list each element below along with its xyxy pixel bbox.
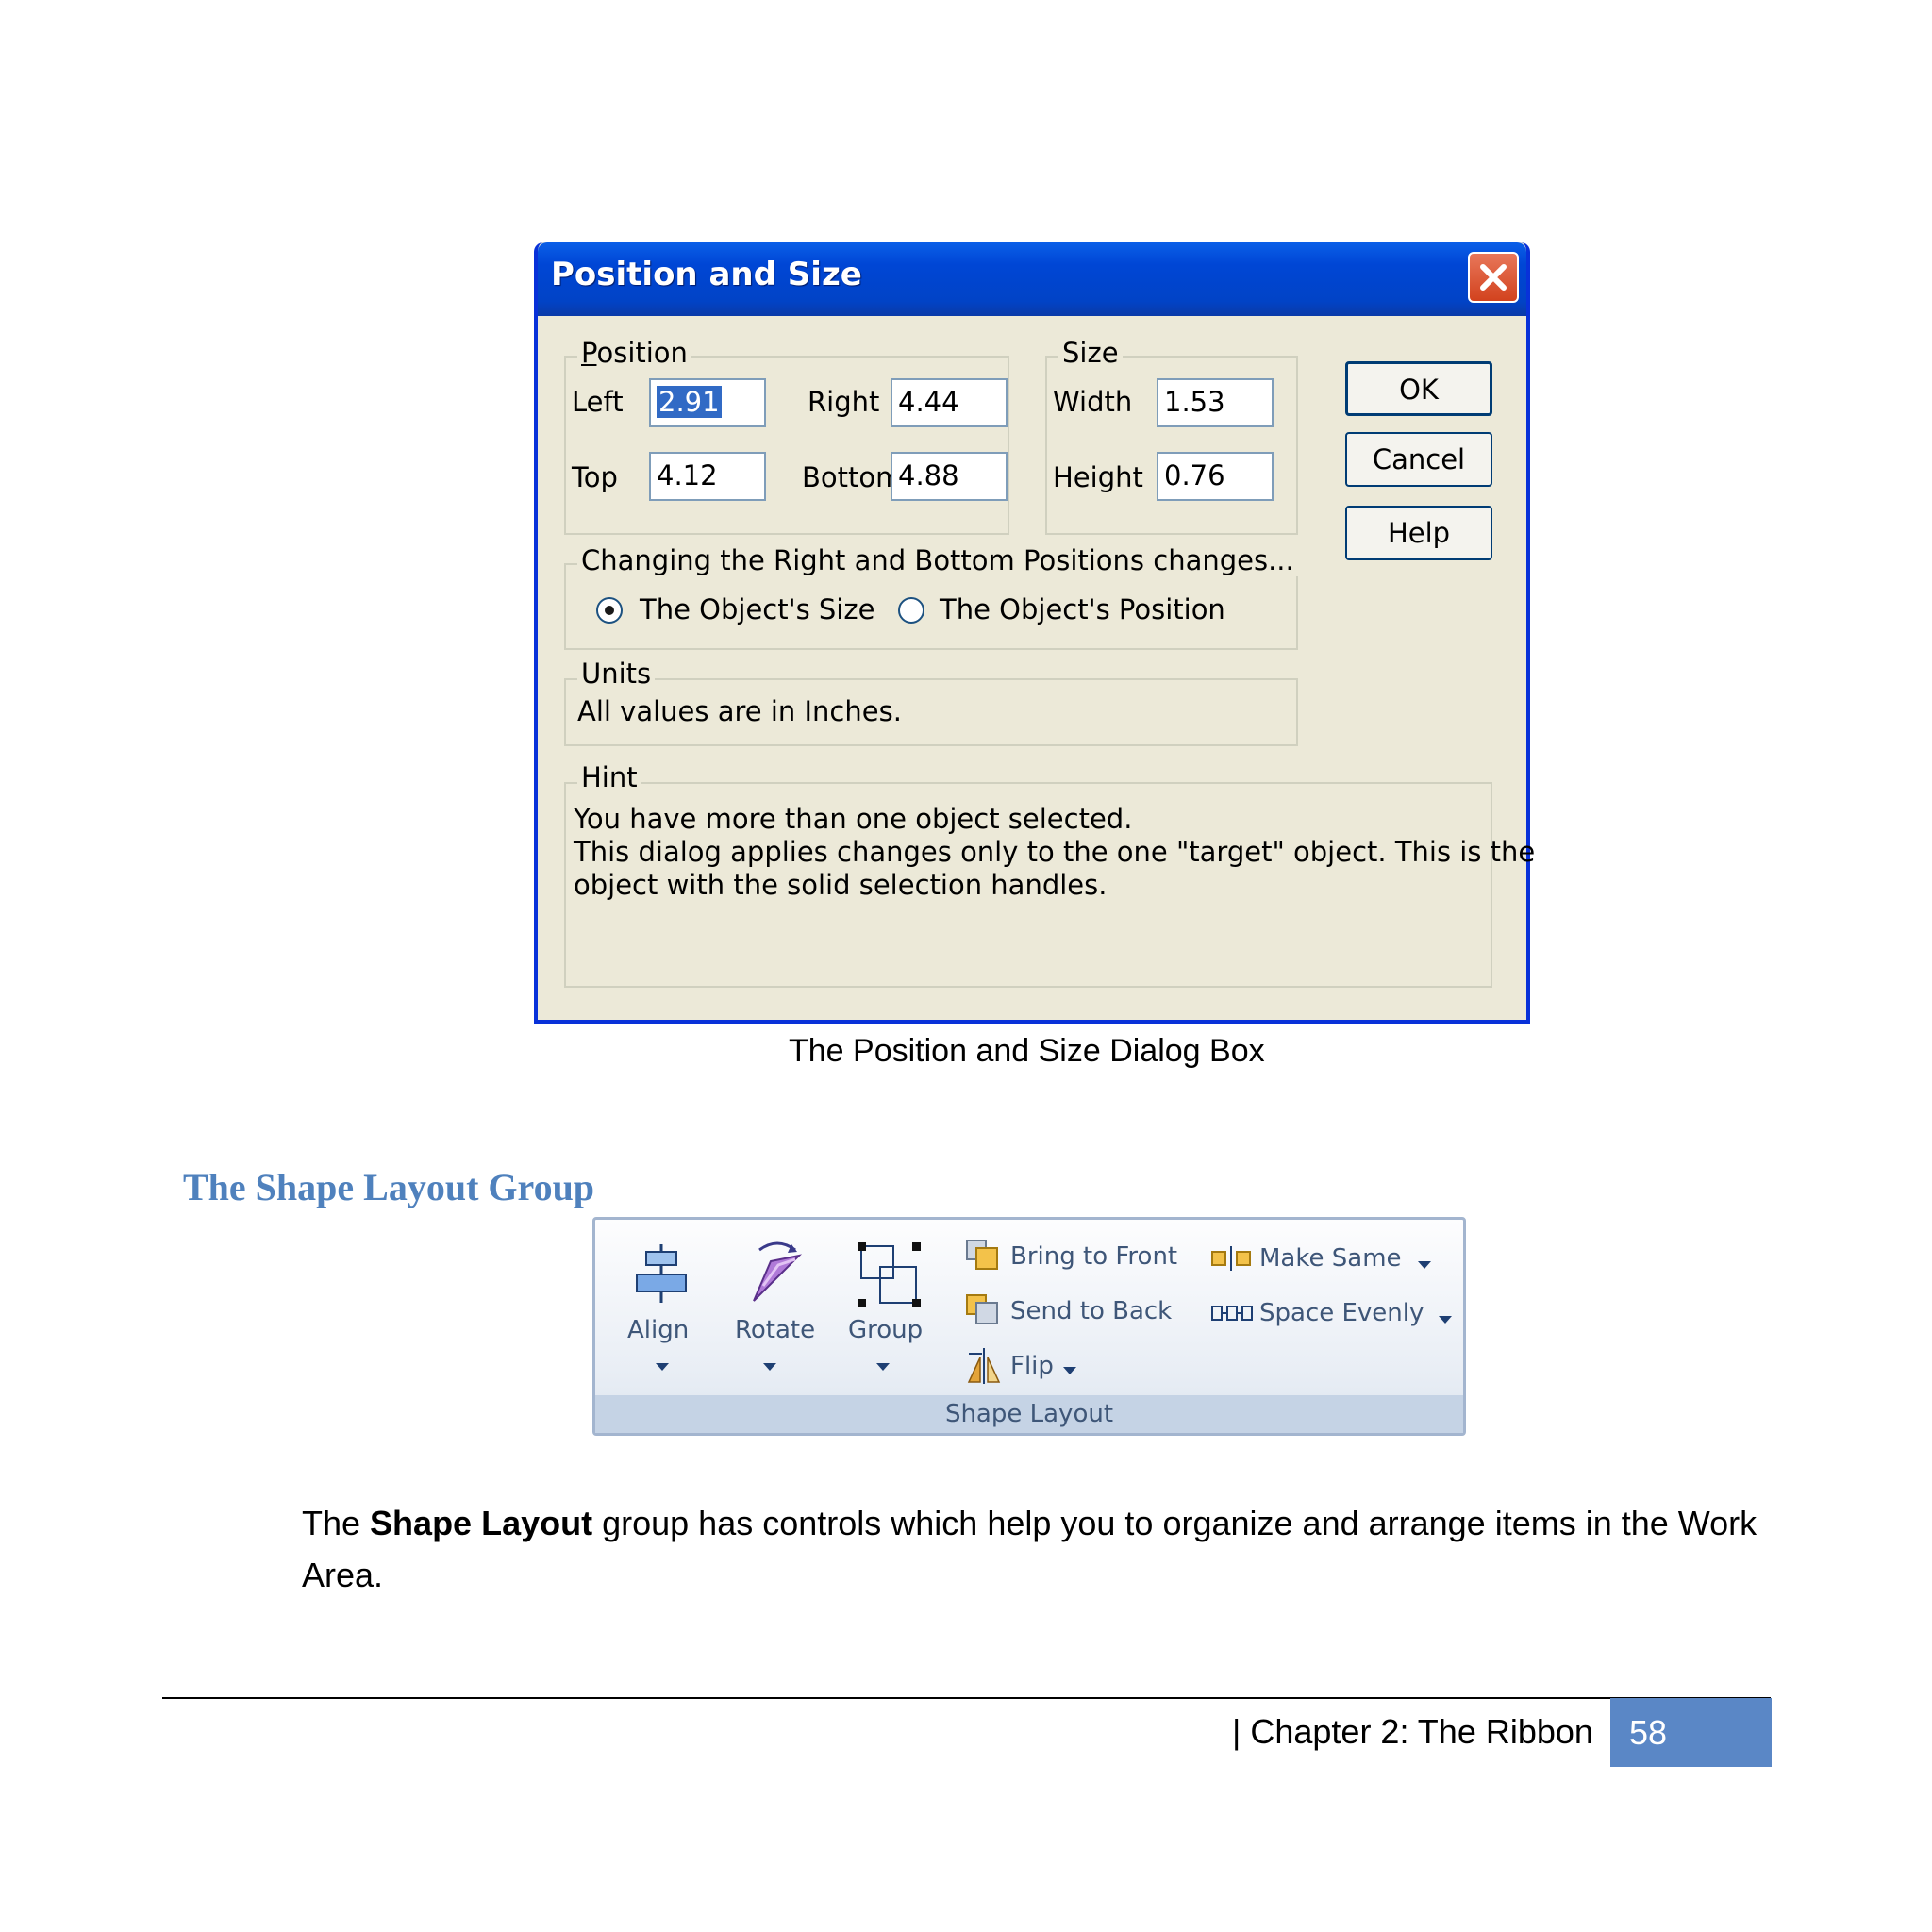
right-input[interactable]: 4.44 bbox=[891, 378, 1008, 427]
close-button[interactable] bbox=[1468, 252, 1519, 303]
flip-dropdown-caret bbox=[1063, 1367, 1076, 1374]
body-bold-term: Shape Layout bbox=[370, 1504, 593, 1542]
bring-to-front-button[interactable]: Bring to Front bbox=[965, 1237, 1201, 1278]
space-evenly-dropdown-caret bbox=[1439, 1316, 1452, 1324]
footer-chapter: | Chapter 2: The Ribbon bbox=[1232, 1712, 1593, 1751]
group-label: Group bbox=[848, 1316, 924, 1344]
send-to-back-button[interactable]: Send to Back bbox=[965, 1291, 1201, 1333]
align-button[interactable]: Align bbox=[622, 1239, 703, 1380]
space-evenly-icon bbox=[1211, 1306, 1253, 1321]
option-object-size-label[interactable]: The Object's Size bbox=[640, 593, 874, 625]
option-object-position-label[interactable]: The Object's Position bbox=[940, 593, 1225, 625]
height-label: Height bbox=[1053, 461, 1143, 493]
flip-label: Flip bbox=[1010, 1352, 1054, 1380]
units-text: All values are in Inches. bbox=[577, 695, 902, 727]
right-input-value: 4.44 bbox=[898, 386, 959, 418]
footer-rule bbox=[162, 1697, 1771, 1699]
top-input[interactable]: 4.12 bbox=[649, 452, 766, 501]
make-same-label: Make Same bbox=[1259, 1244, 1402, 1273]
rotate-icon bbox=[753, 1241, 803, 1302]
body-prefix: The bbox=[302, 1504, 371, 1542]
top-label: Top bbox=[572, 461, 618, 493]
send-to-back-label: Send to Back bbox=[1010, 1297, 1173, 1325]
radio-object-size[interactable] bbox=[596, 597, 623, 624]
flip-button[interactable]: Flip bbox=[965, 1346, 1097, 1388]
width-label-text: Width bbox=[1053, 386, 1133, 418]
height-input[interactable]: 0.76 bbox=[1157, 452, 1274, 501]
bottom-input[interactable]: 4.88 bbox=[891, 452, 1008, 501]
flip-icon bbox=[967, 1348, 1001, 1384]
align-label: Align bbox=[627, 1316, 690, 1344]
ribbon-group-label: Shape Layout bbox=[595, 1395, 1463, 1433]
align-icon bbox=[636, 1244, 687, 1303]
bring-to-front-label: Bring to Front bbox=[1010, 1242, 1178, 1271]
rotate-dropdown-caret bbox=[763, 1363, 776, 1371]
units-legend: Units bbox=[577, 658, 656, 690]
top-input-value: 4.12 bbox=[657, 459, 718, 491]
width-input[interactable]: 1.53 bbox=[1157, 378, 1274, 427]
dialog-title: Position and Size bbox=[551, 256, 862, 293]
section-heading: The Shape Layout Group bbox=[183, 1166, 595, 1208]
bottom-label-text: Bottom bbox=[802, 461, 903, 493]
align-dropdown-caret bbox=[656, 1363, 669, 1371]
height-label-text: Height bbox=[1053, 461, 1143, 493]
radio-selected-dot bbox=[605, 606, 614, 615]
hint-line-2: This dialog applies changes only to the … bbox=[574, 836, 1536, 868]
left-input-value: 2.91 bbox=[657, 386, 722, 418]
ok-button[interactable]: OK bbox=[1345, 361, 1492, 416]
position-size-dialog: Position and Size Position Left 2.91 Rig… bbox=[534, 242, 1535, 1024]
hint-line-3: object with the solid selection handles. bbox=[574, 869, 1108, 901]
left-input[interactable]: 2.91 bbox=[649, 378, 766, 427]
shape-layout-ribbon-group: Align Rotate Group Bring to Front Send t… bbox=[592, 1217, 1466, 1436]
left-label-text: Left bbox=[572, 386, 624, 418]
right-label: Right bbox=[808, 386, 879, 418]
top-label-text: Top bbox=[572, 461, 618, 493]
rotate-label: Rotate bbox=[735, 1316, 816, 1344]
make-same-dropdown-caret bbox=[1418, 1261, 1431, 1269]
space-evenly-button[interactable]: Space Evenly bbox=[1210, 1293, 1465, 1335]
group-button[interactable]: Group bbox=[842, 1239, 937, 1380]
send-to-back-icon bbox=[966, 1294, 998, 1324]
help-button[interactable]: Help bbox=[1345, 506, 1492, 560]
make-same-button[interactable]: Make Same bbox=[1210, 1239, 1446, 1280]
make-same-icon bbox=[1211, 1246, 1251, 1271]
bring-to-front-icon bbox=[966, 1240, 998, 1270]
hint-legend: Hint bbox=[577, 761, 641, 793]
changing-legend: Changing the Right and Bottom Positions … bbox=[577, 544, 1298, 576]
body-paragraph: The Shape Layout group has controls whic… bbox=[302, 1497, 1774, 1601]
left-label: Left bbox=[572, 386, 624, 418]
rotate-button[interactable]: Rotate bbox=[729, 1239, 824, 1380]
dialog-caption: The Position and Size Dialog Box bbox=[789, 1033, 1265, 1069]
cancel-button[interactable]: Cancel bbox=[1345, 432, 1492, 487]
height-input-value: 0.76 bbox=[1164, 459, 1225, 491]
position-legend-text: osition bbox=[596, 337, 688, 369]
radio-object-position[interactable] bbox=[898, 597, 924, 624]
bottom-label: Bottom bbox=[802, 461, 902, 493]
bottom-input-value: 4.88 bbox=[898, 459, 959, 491]
position-legend: Position bbox=[577, 337, 691, 369]
width-label: Width bbox=[1053, 386, 1132, 418]
dialog-titlebar[interactable]: Position and Size bbox=[538, 242, 1526, 316]
hint-line-1: You have more than one object selected. bbox=[574, 803, 1133, 835]
close-icon bbox=[1480, 264, 1507, 291]
group-dropdown-caret bbox=[876, 1363, 890, 1371]
width-input-value: 1.53 bbox=[1164, 386, 1225, 418]
group-icon bbox=[858, 1242, 921, 1307]
page-number-badge: 58 bbox=[1610, 1698, 1772, 1767]
right-label-text: Right bbox=[808, 386, 880, 418]
size-legend: Size bbox=[1058, 337, 1123, 369]
space-evenly-label: Space Evenly bbox=[1259, 1299, 1424, 1327]
